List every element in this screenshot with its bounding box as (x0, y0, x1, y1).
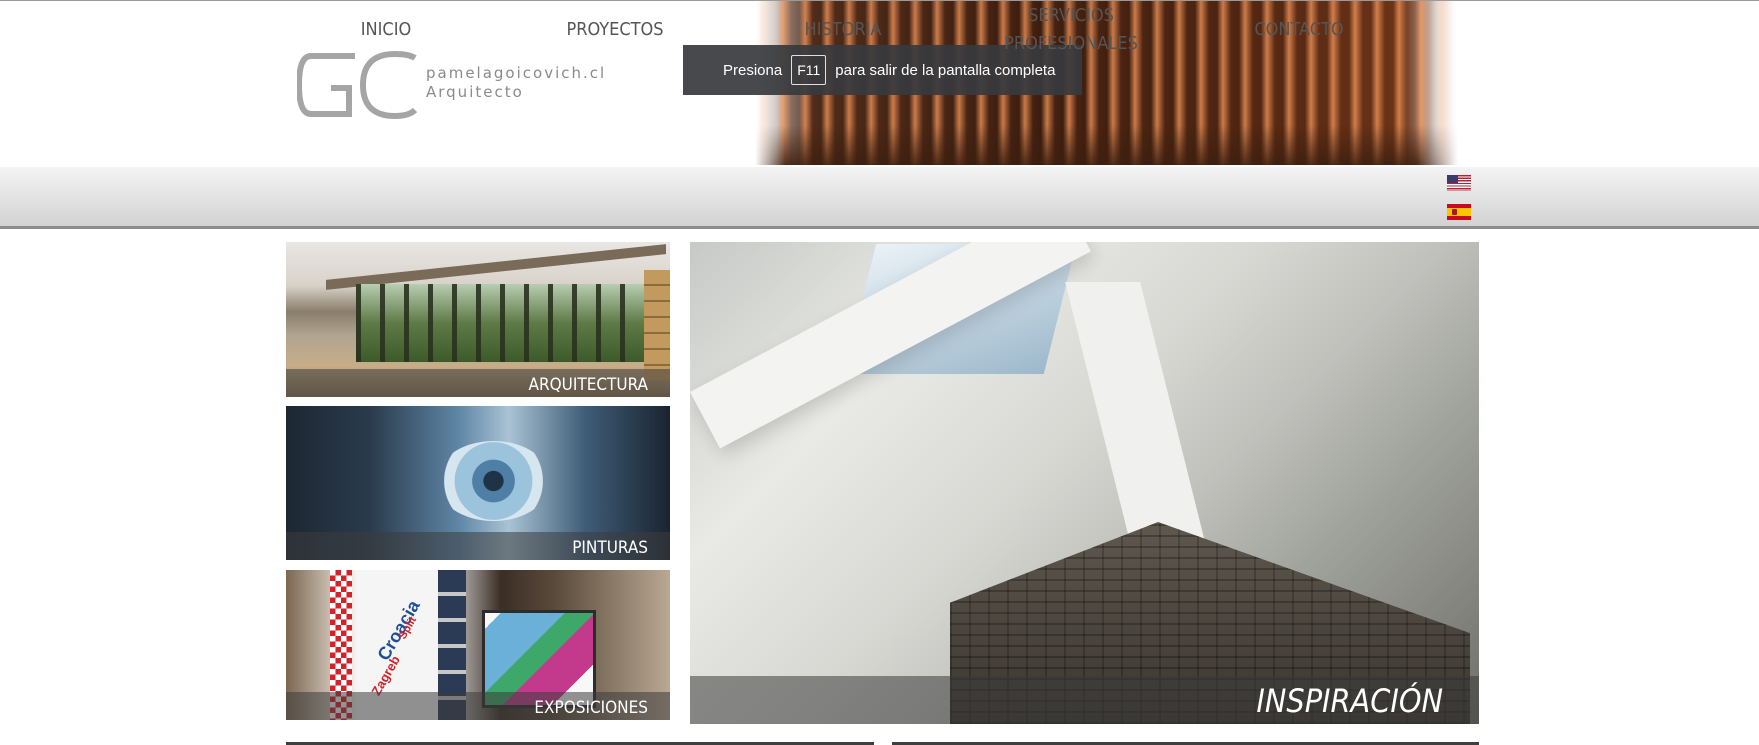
nav-item-label-line2: PROFESIONALES (1004, 32, 1138, 54)
nav-item-label: HISTORIA (804, 18, 882, 40)
nav-item-label: CONTACTO (1254, 18, 1344, 40)
banner-fade-right (1418, 1, 1458, 165)
eye-painting-image (436, 441, 551, 521)
tile-image-detail (326, 244, 666, 290)
site-logo[interactable]: pamelagoicovich.cl Arquitecto (297, 50, 627, 120)
nav-item-inicio[interactable]: INICIO (335, 0, 437, 59)
notice-suffix: para salir de la pantalla completa (835, 61, 1056, 79)
f11-key-badge: F11 (791, 55, 827, 85)
nav-item-servicios-profesionales[interactable]: SERVICIOS PROFESIONALES (1000, 0, 1142, 59)
tile-caption: EXPOSICIONES (534, 698, 648, 718)
flag-crest (1452, 209, 1457, 215)
notice-prefix: Presiona (723, 61, 783, 79)
tile-arquitectura[interactable]: ARQUITECTURA (286, 242, 670, 397)
gc-monogram-icon (297, 50, 418, 120)
nav-item-historia[interactable]: HISTORIA (790, 0, 896, 59)
flag-canton (1447, 175, 1458, 183)
tile-image-detail (644, 270, 670, 380)
spain-flag-icon[interactable] (1447, 204, 1471, 220)
tile-inspiracion[interactable]: INSPIRACIÓN (690, 242, 1479, 724)
us-flag-icon[interactable] (1447, 175, 1471, 191)
logo-domain: pamelagoicovich.cl (426, 64, 607, 82)
tile-pinturas[interactable]: PINTURAS (286, 406, 670, 560)
nav-item-contacto[interactable]: CONTACTO (1250, 0, 1348, 59)
nav-item-label: INICIO (360, 18, 412, 40)
nav-item-label: PROYECTOS (566, 18, 664, 40)
tile-image-detail (356, 284, 646, 362)
main-navigation (0, 167, 1759, 229)
nav-item-proyectos[interactable]: PROYECTOS (550, 0, 680, 59)
nav-item-label-line1: SERVICIOS (1028, 4, 1114, 26)
tile-caption: PINTURAS (572, 538, 648, 558)
tile-caption: INSPIRACIÓN (1256, 682, 1443, 720)
banner-floor (755, 125, 1458, 165)
tile-exposiciones[interactable]: Croacia Zagreb Split EXPOSICIONES (286, 570, 670, 720)
logo-text: pamelagoicovich.cl Arquitecto (426, 64, 606, 102)
tile-caption: ARQUITECTURA (528, 375, 648, 395)
logo-role: Arquitecto (426, 83, 524, 101)
